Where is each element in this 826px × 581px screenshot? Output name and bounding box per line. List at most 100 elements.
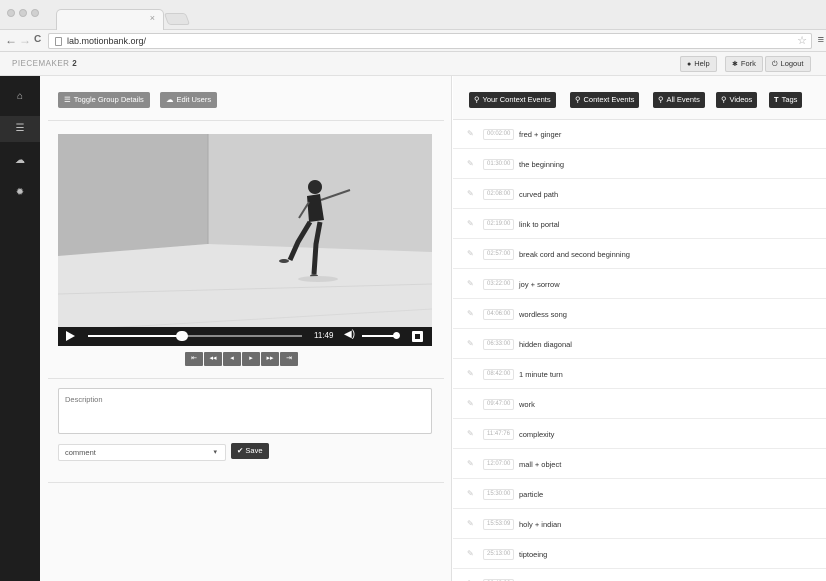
volume-icon[interactable]: ◀) (344, 329, 355, 340)
event-timestamp[interactable]: 11:47:76 (483, 429, 514, 440)
event-timestamp[interactable]: 12:07:00 (483, 459, 515, 470)
all-events-button[interactable]: ⚲ All Events (653, 92, 705, 108)
event-title[interactable]: link to portal (519, 219, 559, 230)
event-title[interactable]: mall + object (519, 459, 561, 470)
minimize-window-icon[interactable] (19, 9, 27, 17)
reload-icon[interactable]: C (34, 33, 41, 47)
tags-button[interactable]: T Tags (769, 92, 803, 108)
pencil-icon[interactable]: ✎ (467, 489, 474, 498)
event-title[interactable]: wordless song (519, 309, 567, 320)
event-row[interactable]: ✎ 02:57:00 break cord and second beginning (453, 240, 826, 269)
step-forward-fast-button[interactable]: ▸▸ (261, 352, 279, 366)
event-row[interactable]: ✎ 15:53:09 holy + indian (453, 510, 826, 539)
browser-tab[interactable]: × (56, 9, 164, 31)
step-back-button[interactable]: ◂ (223, 352, 241, 366)
seek-bar[interactable] (88, 331, 302, 341)
event-timestamp[interactable]: 15:30:00 (483, 489, 515, 500)
seek-handle[interactable] (176, 331, 189, 341)
tab-close-icon[interactable]: × (150, 13, 155, 23)
forward-icon[interactable]: → (19, 33, 31, 47)
pencil-icon[interactable]: ✎ (467, 279, 474, 288)
event-row[interactable]: ✎ 12:07:00 mall + object (453, 450, 826, 479)
event-row[interactable]: ✎ 02:19:00 link to portal (453, 210, 826, 239)
volume-slider[interactable] (362, 335, 397, 337)
event-title[interactable]: break cord and second beginning (519, 249, 630, 260)
event-title[interactable]: the beginning (519, 159, 564, 170)
event-timestamp[interactable]: 02:57:00 (483, 249, 515, 260)
close-window-icon[interactable] (7, 9, 15, 17)
pencil-icon[interactable]: ✎ (467, 219, 474, 228)
your-context-events-button[interactable]: ⚲ Your Context Events (469, 92, 556, 108)
event-timestamp[interactable]: 09:47:00 (483, 399, 515, 410)
sidebar-item-cloud[interactable]: ☁ (0, 148, 40, 174)
fork-button[interactable]: ✱ Fork (725, 56, 763, 72)
step-back-fast-button[interactable]: ◂◂ (204, 352, 222, 366)
help-button[interactable]: ● Help (680, 56, 717, 72)
event-timestamp[interactable]: 02:19:00 (483, 219, 515, 230)
event-timestamp[interactable]: 04:06:00 (483, 309, 515, 320)
event-title[interactable]: particle (519, 489, 543, 500)
event-timestamp[interactable]: 25:13:00 (483, 549, 515, 560)
event-row[interactable]: ✎ 25:13:00 tiptoeing (453, 540, 826, 569)
event-row[interactable]: ✎ 06:33:00 hidden diagonal (453, 330, 826, 359)
event-title[interactable]: joy + sorrow (519, 279, 560, 290)
back-icon[interactable]: ← (5, 33, 17, 47)
brand[interactable]: PIECEMAKER 2 (12, 59, 77, 68)
event-row[interactable]: ✎ 11:47:76 complexity (453, 420, 826, 449)
event-title[interactable]: complexity (519, 429, 554, 440)
pencil-icon[interactable]: ✎ (467, 159, 474, 168)
event-timestamp[interactable]: 06:33:00 (483, 339, 515, 350)
event-row[interactable]: ✎ 03:22:00 joy + sorrow (453, 270, 826, 299)
browser-menu-icon[interactable]: ≡ (818, 34, 824, 46)
maximize-window-icon[interactable] (31, 9, 39, 17)
bookmark-star-icon[interactable]: ☆ (797, 34, 807, 47)
sidebar-item-settings[interactable]: ✹ (0, 180, 40, 206)
sidebar-item-home[interactable]: ⌂ (0, 84, 40, 110)
event-title[interactable]: fred + ginger (519, 129, 561, 140)
event-row[interactable]: ✎ 00:02:00 fred + ginger (453, 120, 826, 149)
pencil-icon[interactable]: ✎ (467, 309, 474, 318)
pencil-icon[interactable]: ✎ (467, 129, 474, 138)
event-timestamp[interactable]: 01:30:00 (483, 159, 515, 170)
pencil-icon[interactable]: ✎ (467, 189, 474, 198)
volume-handle[interactable] (393, 332, 401, 339)
jump-end-button[interactable]: ⇥ (280, 352, 298, 366)
event-timestamp[interactable]: 00:02:00 (483, 129, 515, 140)
pencil-icon[interactable]: ✎ (467, 519, 474, 528)
event-timestamp[interactable]: 15:53:09 (483, 519, 515, 530)
new-tab-button[interactable] (163, 13, 191, 25)
play-icon[interactable] (66, 331, 75, 341)
pencil-icon[interactable]: ✎ (467, 369, 474, 378)
event-row[interactable]: ✎ 01:30:00 the beginning (453, 150, 826, 179)
fullscreen-icon[interactable] (412, 331, 423, 342)
videos-button[interactable]: ⚲ Videos (716, 92, 758, 108)
edit-users-button[interactable]: ☁ Edit Users (160, 92, 218, 108)
event-timestamp[interactable]: 03:22:00 (483, 279, 515, 290)
event-row[interactable]: ✎26:43:00beckett quote (453, 570, 826, 581)
event-type-select[interactable]: comment ▾ (58, 444, 226, 461)
pencil-icon[interactable]: ✎ (467, 459, 474, 468)
event-title[interactable]: 1 minute turn (519, 369, 563, 380)
pencil-icon[interactable]: ✎ (467, 429, 474, 438)
event-row[interactable]: ✎ 02:08:00 curved path (453, 180, 826, 209)
logout-button[interactable]: ⏻ Logout (765, 56, 811, 72)
event-timestamp[interactable]: 08:42:00 (483, 369, 515, 380)
jump-start-button[interactable]: ⇤ (185, 352, 203, 366)
event-title[interactable]: tiptoeing (519, 549, 547, 560)
event-title[interactable]: hidden diagonal (519, 339, 572, 350)
event-row[interactable]: ✎ 04:06:00 wordless song (453, 300, 826, 329)
event-row[interactable]: ✎ 09:47:00 work (453, 390, 826, 419)
event-row[interactable]: ✎ 15:30:00 particle (453, 480, 826, 509)
save-button[interactable]: ✔ Save (231, 443, 269, 459)
event-title[interactable]: work (519, 399, 535, 410)
video-frame[interactable] (58, 134, 432, 344)
event-row[interactable]: ✎ 08:42:00 1 minute turn (453, 360, 826, 389)
toggle-group-details-button[interactable]: ☰ Toggle Group Details (58, 92, 150, 108)
description-field[interactable] (58, 388, 432, 434)
event-title[interactable]: holy + indian (519, 519, 561, 530)
address-bar[interactable]: lab.motionbank.org/ ☆ (48, 33, 812, 49)
pencil-icon[interactable]: ✎ (467, 339, 474, 348)
event-title[interactable]: curved path (519, 189, 558, 200)
pencil-icon[interactable]: ✎ (467, 249, 474, 258)
pencil-icon[interactable]: ✎ (467, 549, 474, 558)
